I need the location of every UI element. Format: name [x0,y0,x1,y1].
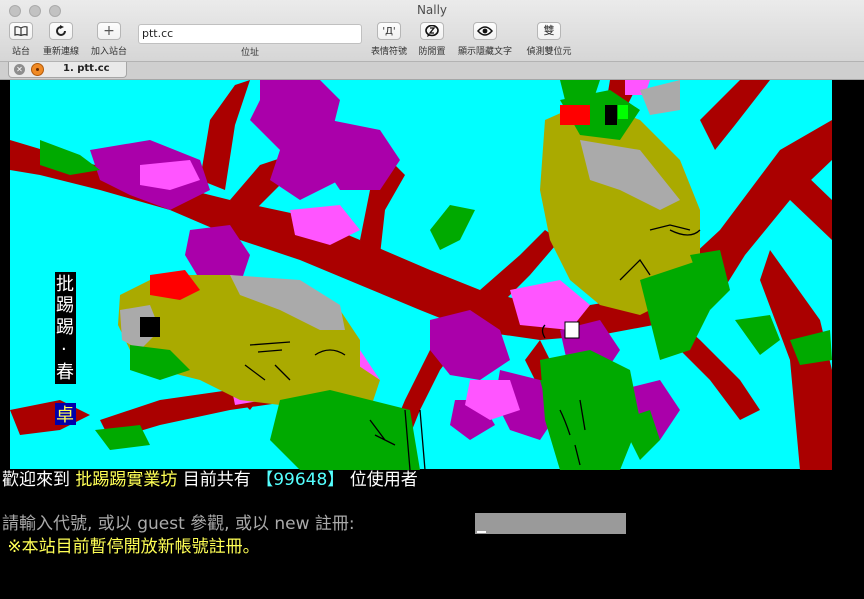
emoticons-tool[interactable]: 'Д' 表情符號 [367,22,411,58]
speech-bubble-icon [425,24,439,37]
show-hidden-button[interactable] [473,22,497,40]
add-site-tool[interactable]: + 加入站台 [87,22,131,58]
address-group: 位址 [138,22,362,58]
tab-bar: ✕ 1. ptt.cc [0,62,864,80]
close-tab-icon[interactable]: ✕ [14,64,25,75]
reconnect-tool[interactable]: 重新連線 [39,22,83,58]
tab-label: 1. ptt.cc [63,63,110,74]
emoticons-button[interactable]: 'Д' [377,22,401,40]
detect-double-byte-tool[interactable]: 雙 偵測雙位元 [522,22,576,58]
welcome-prefix: 歡迎來到 [2,470,76,490]
address-input[interactable] [138,23,362,44]
anti-idle-label: 防閒置 [418,47,446,57]
registration-notice: ※本站目前暫停開放新帳號註冊。 [2,537,260,557]
site-name: 批踢踢實業坊 [75,470,178,490]
sites-tool[interactable]: 站台 [5,22,37,58]
tab-ptt[interactable]: ✕ 1. ptt.cc [8,62,127,78]
online-suffix: 位使用者 [344,470,418,490]
plus-icon: + [103,23,115,39]
terminal-cursor [477,531,486,533]
add-site-button[interactable]: + [97,22,121,40]
reconnect-button[interactable] [49,22,73,40]
eye-icon [477,26,493,36]
anti-idle-tool[interactable]: 防閒置 [414,22,450,58]
art-title-char: 踢 [56,295,74,316]
window-title: Nally [416,3,448,17]
add-site-label: 加入站台 [90,47,127,57]
art-title-char: · [61,339,67,360]
sites-button[interactable] [9,22,33,40]
detect-double-byte-label: 偵測雙位元 [526,47,572,57]
art-title-char: 批 [56,274,74,295]
emoticons-label: 表情符號 [370,47,407,57]
book-icon [14,26,28,37]
art-badge: 卓 [56,405,74,426]
art-title-char: 春 [56,362,74,383]
nally-window: Nally 站台 重新連線 + 加入站台 ptt.cc 位址 'Д' 表情符號 … [0,0,864,599]
anti-idle-button[interactable] [420,22,444,40]
toolbar: Nally 站台 重新連線 + 加入站台 ptt.cc 位址 'Д' 表情符號 … [0,0,864,62]
login-prompt: 請輸入代號, 或以 guest 參觀, 或以 new 註冊: [2,514,361,534]
emoticon-icon: 'Д' [382,26,396,37]
ansi-art-birds-on-branch: 批 踢 踢 · 春 卓 [10,80,832,470]
online-prefix: 目前共有 [177,470,257,490]
reload-icon [56,25,66,36]
connection-status-icon [31,63,44,76]
double-byte-icon: 雙 [543,24,555,37]
login-id-input[interactable] [475,513,626,534]
show-hidden-label: 顯示隱藏文字 [457,47,512,57]
reconnect-label: 重新連線 [42,47,79,57]
address-label: 位址 [240,48,259,58]
terminal-screen[interactable]: 批 踢 踢 · 春 卓 歡迎來到 批踢踢實業坊 目前共有 【99648】 位使用… [0,80,864,599]
sites-label: 站台 [11,47,30,57]
welcome-line: 歡迎來到 批踢踢實業坊 目前共有 【99648】 位使用者 [2,470,418,490]
art-title-char: 踢 [56,317,74,338]
show-hidden-tool[interactable]: 顯示隱藏文字 [453,22,517,58]
detect-double-byte-button[interactable]: 雙 [537,22,561,40]
online-count: 【99648】 [256,470,345,490]
